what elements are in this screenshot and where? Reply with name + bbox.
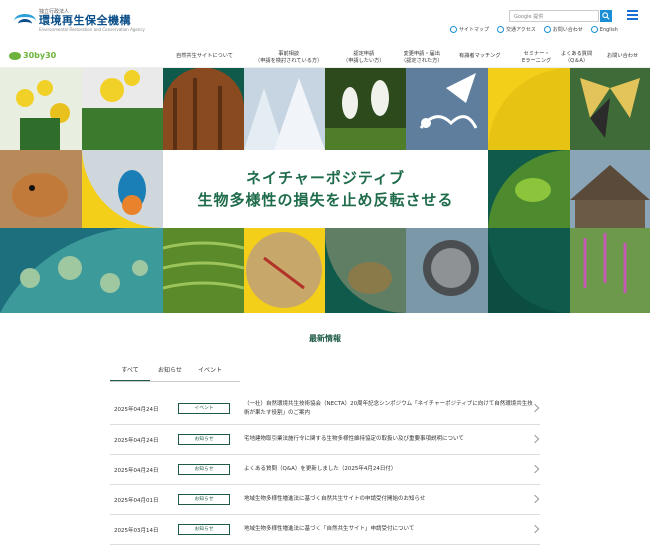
teal-block <box>488 228 570 313</box>
tab-notices[interactable]: お知らせ <box>150 358 190 382</box>
frosted-trees-photo <box>244 68 325 150</box>
hero-tagline-2: 生物多様性の損失を止め反転させる <box>197 191 454 209</box>
news-list: 2025年04月24日 イベント （一社）自然環境共生技術協会（NECTA）20… <box>110 393 540 545</box>
contact-link[interactable]: お問い合わせ <box>543 26 583 33</box>
purple-flowers-photo <box>570 228 650 313</box>
dragonfly-photo <box>244 228 325 313</box>
nav-item-about[interactable]: 自然共生サイトについて <box>176 53 233 60</box>
nav-item-consult[interactable]: 事前相談 （申請を検討されている方） <box>255 51 322 65</box>
sitemap-link[interactable]: サイトマップ <box>450 26 489 33</box>
site-logo[interactable]: 独立行政法人 環境再生保全機構 Environmental Restoratio… <box>14 9 145 32</box>
tabs-divider <box>110 381 240 382</box>
cranes-photo <box>406 68 488 150</box>
main-nav: 30by30 自然共生サイトについて 事前相談 （申請を検討されている方） 認定申… <box>0 44 650 68</box>
nav-item-matching[interactable]: 有識者マッチング <box>459 53 501 60</box>
news-text: よくある質問（Q&A）を更新しました（2025年4月24日付） <box>244 466 397 472</box>
dormouse-photo <box>0 150 82 228</box>
sea-turtle-photo <box>325 228 406 313</box>
news-date: 2025年04月24日 <box>114 406 159 413</box>
map-pin-icon <box>497 26 505 33</box>
frog-photo <box>488 150 570 228</box>
news-category-badge: お知らせ <box>178 434 230 445</box>
news-category-badge: イベント <box>178 403 230 414</box>
forest-photo <box>163 68 244 150</box>
search-icon <box>602 12 610 20</box>
english-link[interactable]: English <box>590 26 618 33</box>
news-item[interactable]: 2025年03月14日 お知らせ 地域生物多様性増進法に基づく「自然共生サイト」… <box>110 515 540 545</box>
leaf-icon <box>9 51 21 60</box>
utility-links: サイトマップ 交通アクセス お問い合わせ English <box>450 26 618 33</box>
nav-item-contact[interactable]: お問い合わせ <box>607 53 638 60</box>
tab-events[interactable]: イベント <box>190 358 230 382</box>
news-category-badge: お知らせ <box>178 494 230 505</box>
skunk-cabbage-photo <box>325 68 406 150</box>
news-text: 地域生物多様性増進法に基づく自然共生サイトの申請受付開始のお知らせ <box>244 496 426 502</box>
coral-reef-photo <box>0 228 163 313</box>
news-category-badge: お知らせ <box>178 464 230 475</box>
30by30-logo[interactable]: 30by30 <box>8 49 68 63</box>
news-category-badge: お知らせ <box>178 524 230 535</box>
sitemap-icon <box>450 26 457 33</box>
nav-item-change[interactable]: 変更申請・届出 （認定された方） <box>401 51 443 65</box>
search-button[interactable] <box>600 10 612 22</box>
nav-item-seminar[interactable]: セミナー・ Eラーニング <box>522 51 551 65</box>
news-item[interactable]: 2025年04月24日 お知らせ よくある質問（Q&A）を更新しました（2025… <box>110 455 540 485</box>
tab-all[interactable]: すべて <box>110 358 150 382</box>
horseshoe-crab-photo <box>406 228 488 313</box>
news-date: 2025年04月01日 <box>114 497 159 504</box>
news-text: 宅地建物取引業法施行令に関する生物多様性維持協定の取扱い及び重要事項説明について <box>244 436 464 442</box>
news-section-title: 最新情報 <box>309 334 341 343</box>
rice-terraces-photo <box>163 228 244 313</box>
org-name-en: Environmental Restoration and Conservati… <box>39 27 145 32</box>
hero-banner: ネイチャーポジティブ 生物多様性の損失を止め反転させる <box>0 68 650 313</box>
news-date: 2025年03月14日 <box>114 527 159 534</box>
hamburger-menu-button[interactable] <box>627 10 638 20</box>
globe-icon <box>590 26 598 33</box>
news-item[interactable]: 2025年04月24日 お知らせ 宅地建物取引業法施行令に関する生物多様性維持協… <box>110 425 540 455</box>
news-date: 2025年04月24日 <box>114 467 159 474</box>
access-link[interactable]: 交通アクセス <box>497 26 536 33</box>
news-item[interactable]: 2025年04月24日 イベント （一社）自然環境共生技術協会（NECTA）20… <box>110 393 540 425</box>
mail-icon <box>543 26 551 33</box>
flowers-photo-2 <box>82 68 163 150</box>
nav-item-apply[interactable]: 認定申請 （申請したい方） <box>343 51 385 65</box>
flowers-photo <box>0 68 82 150</box>
news-tabs: すべて お知らせ イベント <box>110 358 230 382</box>
hero-tagline-card: ネイチャーポジティブ 生物多様性の損失を止め反転させる <box>163 150 488 228</box>
butterfly-photo <box>570 68 650 150</box>
search-input[interactable]: Google 提供 <box>509 10 599 22</box>
farmhouse-photo <box>570 150 650 228</box>
news-text: 地域生物多様性増進法に基づく「自然共生サイト」申請受付について <box>244 526 415 532</box>
nav-item-faq[interactable]: よくある質問 （Q＆A） <box>561 51 592 65</box>
site-header: 独立行政法人 環境再生保全機構 Environmental Restoratio… <box>0 0 650 44</box>
erca-logo-icon <box>14 12 36 30</box>
org-name: 環境再生保全機構 <box>39 14 131 27</box>
news-text: （一社）自然環境共生技術協会（NECTA）20周年記念シンポジウム「ネイチャーポ… <box>244 400 533 416</box>
kingfisher-photo <box>82 150 163 228</box>
news-item[interactable]: 2025年04月01日 お知らせ 地域生物多様性増進法に基づく自然共生サイトの申… <box>110 485 540 515</box>
hero-tagline-1: ネイチャーポジティブ <box>246 169 405 187</box>
yellow-block <box>488 68 570 150</box>
news-date: 2025年04月24日 <box>114 437 159 444</box>
